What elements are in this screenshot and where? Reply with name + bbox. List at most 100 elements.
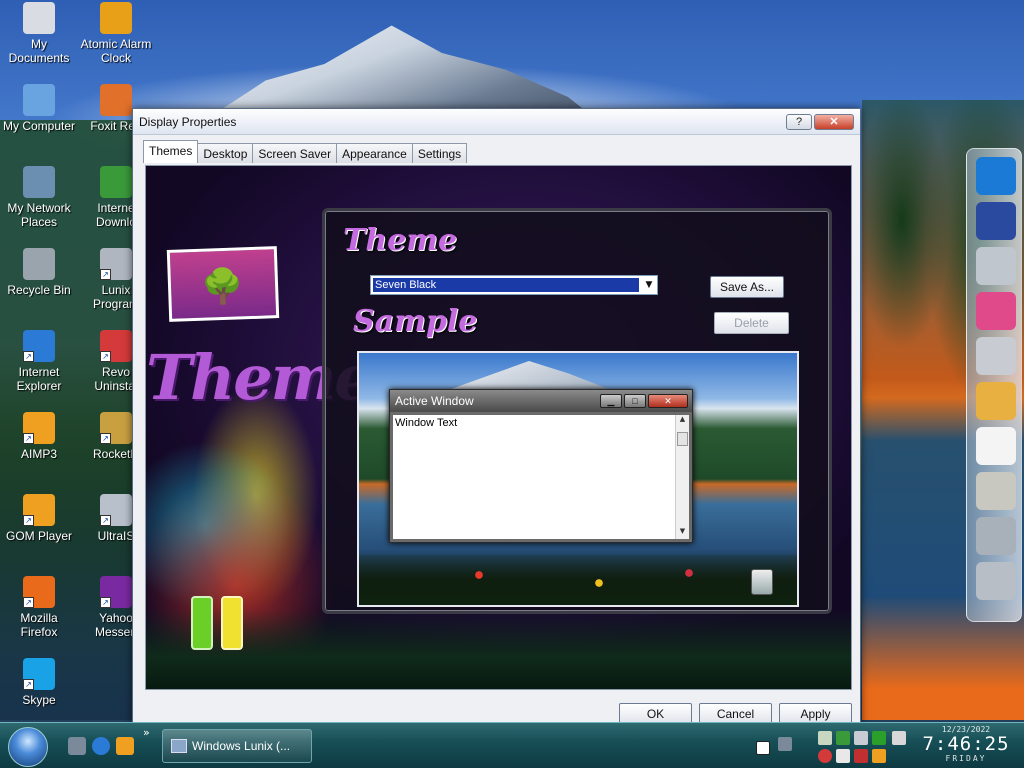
close-button[interactable]: ✕ xyxy=(814,113,854,130)
desktop-icon[interactable]: ↗ Internet Explorer xyxy=(0,330,78,393)
firefox-icon: ↗ xyxy=(23,576,55,608)
yahoo-messenger-icon: ↗ xyxy=(100,576,132,608)
desktop-icon[interactable]: ↗ GOM Player xyxy=(0,494,78,543)
theme-select[interactable]: Seven Black ▼ xyxy=(370,275,658,295)
recycle-bin-icon xyxy=(23,248,55,280)
artwork-ground xyxy=(146,609,851,689)
desktop-icon-label: Internet Explorer xyxy=(16,365,62,393)
themes-panel: 🌳 Themes Theme Seven Black ▼ Save As... … xyxy=(145,165,852,690)
quicklaunch-ie-icon[interactable] xyxy=(92,737,110,755)
network-icon xyxy=(23,166,55,198)
show-desktop-icon[interactable] xyxy=(68,737,86,755)
ultraiso-icon: ↗ xyxy=(100,494,132,526)
tray-misc-icon[interactable] xyxy=(892,731,906,745)
tray-app-icon[interactable] xyxy=(818,731,832,745)
clock-time: 7:46:25 xyxy=(922,733,1010,755)
display-properties-dialog: Display Properties ? ✕ Themes Desktop Sc… xyxy=(132,108,861,728)
tab-appearance[interactable]: Appearance xyxy=(336,143,413,163)
tray-orange-icon[interactable] xyxy=(872,749,886,763)
network-tray-icon[interactable] xyxy=(778,737,792,751)
trash-icon[interactable] xyxy=(976,562,1016,600)
sample-recycle-bin-icon xyxy=(751,569,773,595)
theme-heading: Theme xyxy=(343,223,458,258)
chevron-down-icon[interactable]: ▼ xyxy=(641,276,657,294)
window-text: Window Text xyxy=(395,417,458,429)
foxit-reader-icon xyxy=(100,84,132,116)
active-window-title: Active Window xyxy=(395,394,474,408)
desktop-icon-label: AIMP3 xyxy=(20,447,57,461)
shortcut-arrow-icon: ↗ xyxy=(100,269,111,280)
help-tray-icon[interactable] xyxy=(756,741,770,755)
desktop-icon-label: Recycle Bin xyxy=(7,283,71,297)
green-bottle xyxy=(191,596,213,650)
tools-icon[interactable] xyxy=(976,517,1016,555)
taskbar-item-display-properties[interactable]: Windows Lunix (... xyxy=(162,729,312,763)
dialog-titlebar[interactable]: Display Properties ? ✕ xyxy=(133,109,860,135)
dialog-title: Display Properties xyxy=(139,114,237,129)
quicklaunch-media-icon[interactable] xyxy=(116,737,134,755)
preview-scrollbar: ▲ ▼ xyxy=(675,415,689,539)
desktop-icon[interactable]: ↗ Mozilla Firefox xyxy=(0,576,78,639)
theme-select-value: Seven Black xyxy=(372,277,640,293)
tree-icon: 🌳 xyxy=(200,266,245,308)
desktop-icon-label: My Computer xyxy=(2,119,76,133)
theme-frame: Theme Seven Black ▼ Save As... Delete Sa… xyxy=(322,208,832,614)
desktop-icon[interactable]: My Network Places xyxy=(0,166,78,229)
desktop-icon[interactable]: ↗ AIMP3 xyxy=(0,412,78,461)
desktop-icon[interactable]: My Documents xyxy=(0,2,78,65)
desktop-icon-label: GOM Player xyxy=(5,529,72,543)
tab-strip: Themes Desktop Screen Saver Appearance S… xyxy=(143,140,468,163)
rocketdock-icon: ↗ xyxy=(100,412,132,444)
paint-palette-icon[interactable] xyxy=(976,382,1016,420)
delete-button[interactable]: Delete xyxy=(714,312,789,334)
yellow-bottle xyxy=(221,596,243,650)
shortcut-arrow-icon: ↗ xyxy=(23,597,34,608)
revo-uninstaller-icon: ↗ xyxy=(100,330,132,362)
tab-settings[interactable]: Settings xyxy=(411,143,468,163)
tab-themes[interactable]: Themes xyxy=(143,140,199,163)
scroll-up-icon: ▲ xyxy=(679,415,686,423)
security-shield-icon[interactable] xyxy=(872,731,886,745)
documents-icon xyxy=(23,2,55,34)
shortcut-arrow-icon: ↗ xyxy=(23,679,34,690)
desktop-icon-label: Skype xyxy=(22,693,56,707)
tray-stop-icon[interactable] xyxy=(818,749,832,763)
graphics-editor-icon[interactable] xyxy=(976,202,1016,240)
gom-player-icon: ↗ xyxy=(23,494,55,526)
skype-icon: ↗ xyxy=(23,658,55,690)
tray-download-icon[interactable] xyxy=(836,731,850,745)
taskbar: » Windows Lunix (... 12/23/2022 7:46:25 … xyxy=(0,722,1024,768)
desktop-icon[interactable]: ↗ Skype xyxy=(0,658,78,707)
scroll-thumb xyxy=(677,432,688,446)
clock-day: FRIDAY xyxy=(945,754,987,763)
theme-sample-preview: Active Window ▁ □ ✕ Window Text ▲ ▼ xyxy=(357,351,799,607)
tab-screen-saver[interactable]: Screen Saver xyxy=(252,143,338,163)
tray-red-icon[interactable] xyxy=(854,749,868,763)
help-button[interactable]: ? xyxy=(786,113,812,130)
notepad-icon[interactable] xyxy=(976,427,1016,465)
close-icon: ✕ xyxy=(648,394,688,408)
color-wheel-icon[interactable] xyxy=(976,292,1016,330)
clock-date: 12/23/2022 xyxy=(941,725,991,734)
calculator-icon[interactable] xyxy=(976,472,1016,510)
gears-icon[interactable] xyxy=(976,247,1016,285)
taskbar-clock[interactable]: 12/23/2022 7:46:25 FRIDAY xyxy=(912,725,1020,763)
quicklaunch-overflow[interactable]: » xyxy=(143,726,150,739)
arch-linux-icon[interactable] xyxy=(976,157,1016,195)
tab-desktop[interactable]: Desktop xyxy=(197,143,254,163)
desktop-icon[interactable]: My Computer xyxy=(0,84,78,133)
desktop-icon-label: Mozilla Firefox xyxy=(20,611,58,639)
active-window-preview: Active Window ▁ □ ✕ Window Text ▲ ▼ xyxy=(389,389,693,543)
save-as-button[interactable]: Save As... xyxy=(710,276,784,298)
shortcut-arrow-icon: ↗ xyxy=(100,597,111,608)
orb-icon[interactable] xyxy=(976,337,1016,375)
tray-clipboard-icon[interactable] xyxy=(836,749,850,763)
shortcut-arrow-icon: ↗ xyxy=(23,433,34,444)
start-button[interactable] xyxy=(8,727,48,767)
volume-icon[interactable] xyxy=(854,731,868,745)
desktop-icon[interactable]: Recycle Bin xyxy=(0,248,78,297)
theme-photo-card: 🌳 xyxy=(166,246,280,322)
internet-explorer-icon: ↗ xyxy=(23,330,55,362)
desktop-icon-label: My Network Places xyxy=(7,201,71,229)
desktop-icon[interactable]: Atomic Alarm Clock xyxy=(77,2,155,65)
